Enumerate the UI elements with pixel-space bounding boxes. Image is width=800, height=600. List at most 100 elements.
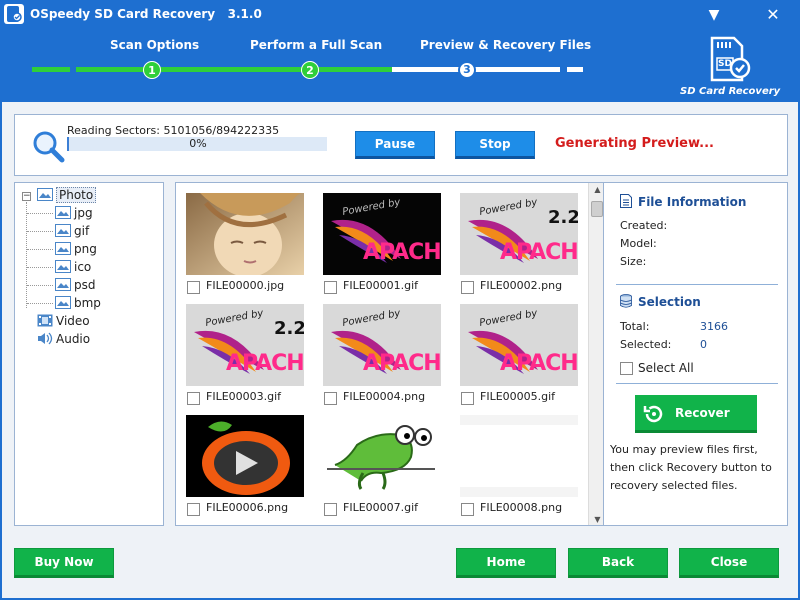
file-item[interactable]: FILE00006.png — [186, 415, 326, 525]
progress-segment — [76, 67, 310, 72]
database-icon — [620, 294, 632, 308]
tree-item-jpg[interactable]: jpg — [55, 204, 93, 222]
svg-text:APACHE: APACHE — [500, 240, 578, 265]
tree-item-gif[interactable]: gif — [55, 222, 89, 240]
file-checkbox[interactable] — [461, 281, 474, 294]
tree-item-bmp[interactable]: bmp — [55, 294, 101, 312]
divider — [616, 383, 778, 384]
divider — [616, 284, 778, 285]
file-checkbox[interactable] — [187, 281, 200, 294]
image-icon — [55, 224, 71, 237]
file-checkbox[interactable] — [324, 503, 337, 516]
image-icon — [55, 206, 71, 219]
file-checkbox[interactable] — [324, 281, 337, 294]
file-thumbnail[interactable] — [323, 415, 441, 497]
file-checkbox[interactable] — [187, 503, 200, 516]
file-checkbox[interactable] — [461, 392, 474, 405]
recover-icon — [643, 403, 665, 425]
file-thumbnail[interactable]: Powered byAPACHE — [460, 304, 578, 386]
file-checkbox[interactable] — [461, 503, 474, 516]
film-icon — [37, 314, 53, 327]
document-icon — [620, 194, 632, 208]
tree-item-label: png — [74, 242, 97, 256]
pause-button[interactable]: Pause — [355, 131, 435, 159]
file-name: FILE00002.png — [480, 279, 563, 292]
image-icon — [55, 260, 71, 273]
logo-text: SD Card Recovery — [680, 86, 781, 97]
file-item[interactable]: FILE00007.gif — [323, 415, 463, 525]
tree-item-psd[interactable]: psd — [55, 276, 96, 294]
total-value: 3166 — [700, 320, 728, 333]
scan-progress-text: 0% — [189, 137, 207, 150]
file-item[interactable]: Powered byAPACHE FILE00004.png — [323, 304, 463, 416]
svg-text:APACHE: APACHE — [363, 240, 441, 265]
minimize-button[interactable]: ▼ — [704, 6, 724, 24]
tree-item-ico[interactable]: ico — [55, 258, 91, 276]
file-preview-grid: FILE00000.jpg Powered byAPACHE FILE00001.g… — [175, 182, 605, 526]
recovery-hint: You may preview files first, then click … — [610, 443, 772, 492]
back-button[interactable]: Back — [568, 548, 668, 578]
file-name: FILE00008.png — [480, 501, 563, 514]
tree-item-audio[interactable]: Audio — [37, 330, 90, 348]
header: OSpeedy SD Card Recovery 3.1.0 ▼ ✕ Scan … — [0, 0, 800, 102]
scroll-thumb[interactable] — [591, 201, 603, 217]
select-all-checkbox[interactable] — [620, 362, 633, 375]
tree-item-label: gif — [74, 224, 90, 238]
recover-button[interactable]: Recover — [635, 395, 757, 433]
close-button[interactable]: Close — [679, 548, 779, 578]
tree-item-label: Audio — [56, 332, 91, 346]
selected-label: Selected: — [620, 338, 672, 351]
file-thumbnail[interactable]: Powered byAPACHE — [323, 304, 441, 386]
tree-item-video[interactable]: Video — [37, 312, 90, 330]
home-button[interactable]: Home — [456, 548, 556, 578]
file-thumbnail[interactable]: Powered byAPACHE — [323, 193, 441, 275]
select-all-label[interactable]: Select All — [638, 361, 694, 375]
file-checkbox[interactable] — [324, 392, 337, 405]
file-name: FILE00000.jpg — [206, 279, 285, 292]
file-name: FILE00004.png — [343, 390, 426, 403]
step-2-label: Perform a Full Scan — [250, 38, 383, 52]
progress-segment — [310, 67, 392, 72]
file-item[interactable]: FILE00000.jpg — [186, 193, 326, 305]
tree-item-label: bmp — [74, 296, 101, 310]
file-item[interactable]: Powered byAPACHE FILE00005.gif — [460, 304, 600, 416]
file-item[interactable]: Powered byAPACHE2.2 FILE00002.png — [460, 193, 600, 305]
svg-text:APACHE: APACHE — [363, 351, 441, 376]
progress-segment — [567, 67, 583, 72]
tree-item-png[interactable]: png — [55, 240, 97, 258]
progress-segment — [392, 67, 560, 72]
buy-now-button[interactable]: Buy Now — [14, 548, 114, 578]
logo-badge: SD — [718, 59, 732, 69]
file-thumbnail[interactable] — [186, 415, 304, 497]
photo-icon — [37, 188, 53, 201]
stop-button[interactable]: Stop — [455, 131, 535, 159]
file-thumbnail[interactable]: Powered byAPACHE2.2 — [460, 193, 578, 275]
tree-item-photo[interactable]: Photo — [37, 186, 97, 204]
window-close-button[interactable]: ✕ — [763, 6, 783, 24]
file-checkbox[interactable] — [187, 392, 200, 405]
file-item[interactable]: Powered byAPACHE FILE00001.gif — [323, 193, 463, 305]
app-icon — [4, 4, 24, 24]
progress-segment — [32, 67, 70, 72]
file-name: FILE00001.gif — [343, 279, 419, 292]
image-icon — [55, 242, 71, 255]
step-2-circle: 2 — [301, 61, 319, 79]
file-thumbnail[interactable] — [460, 415, 578, 497]
tree-item-label: ico — [74, 260, 92, 274]
scan-progress-bar: 0% — [67, 137, 327, 151]
step-3-label: Preview & Recovery Files — [420, 38, 592, 52]
svg-text:APACHE: APACHE — [226, 351, 304, 376]
file-item[interactable]: Powered byAPACHE2.2FILE00003.gif — [186, 304, 326, 416]
file-name: FILE00006.png — [206, 501, 289, 514]
photo-expander[interactable]: − — [22, 192, 31, 201]
tree-item-label: Video — [56, 314, 90, 328]
selected-value: 0 — [700, 338, 707, 351]
file-name: FILE00007.gif — [343, 501, 419, 514]
file-item[interactable]: FILE00008.png — [460, 415, 600, 525]
file-thumbnail[interactable] — [186, 193, 304, 275]
tree-connector — [26, 202, 27, 308]
window-title: OSpeedy SD Card Recovery 3.1.0 — [30, 7, 262, 21]
tree-connector — [27, 267, 53, 268]
file-thumbnail[interactable]: Powered byAPACHE2.2 — [186, 304, 304, 386]
scan-status-panel: Reading Sectors: 5101056/894222335 0% Pa… — [14, 114, 788, 176]
